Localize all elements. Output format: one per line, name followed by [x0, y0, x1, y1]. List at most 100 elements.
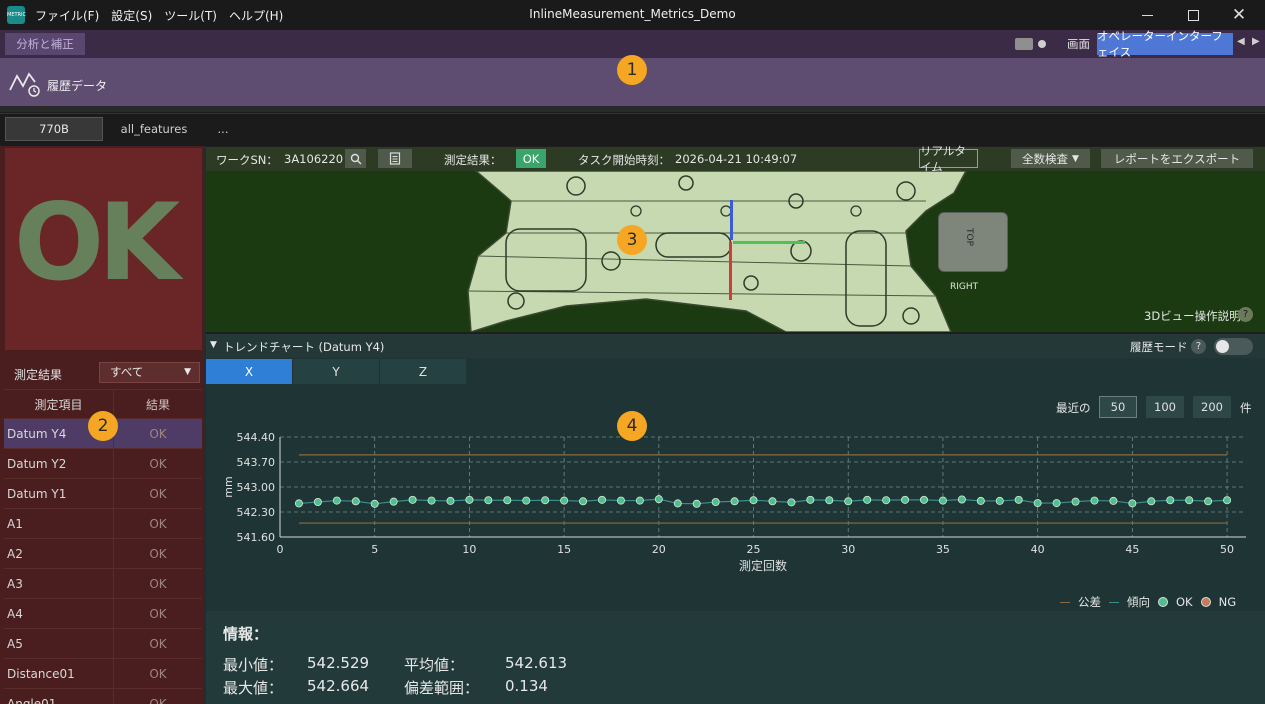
data-point — [560, 496, 569, 505]
col-header-result: 結果 — [145, 397, 170, 412]
minimize-button[interactable] — [1124, 0, 1170, 30]
table-row[interactable]: Datum Y1 OK — [4, 479, 202, 509]
menu-help[interactable]: ヘルプ(H) — [227, 5, 285, 26]
data-point — [825, 496, 834, 505]
data-point — [1014, 495, 1023, 504]
max-label: 最大値： — [223, 679, 284, 697]
collapse-triangle-icon[interactable]: ▼ — [210, 340, 217, 350]
x-tick-label: 35 — [936, 543, 950, 556]
annotation-badge-3: 3 — [617, 225, 647, 255]
table-row[interactable]: A3 OK — [4, 569, 202, 599]
row-result: OK — [149, 606, 167, 621]
row-item-name: A5 — [4, 629, 114, 658]
data-point — [976, 496, 985, 505]
x-tick-label: 5 — [371, 543, 378, 556]
data-point — [465, 495, 474, 504]
tab-screen[interactable]: 画面 — [1062, 36, 1090, 52]
table-row[interactable]: A4 OK — [4, 599, 202, 629]
tab-scroll-right-icon[interactable]: ▶ — [1252, 36, 1260, 47]
row-item-name: Distance01 — [4, 659, 114, 688]
doc-tab-all-features[interactable]: all_features — [108, 117, 200, 141]
range-label: 偏差範囲： — [404, 679, 480, 697]
data-point — [844, 497, 853, 506]
filter-label: 測定結果 — [14, 368, 63, 382]
menu-settings[interactable]: 設定(S) — [109, 5, 154, 26]
axis-z-icon — [730, 200, 733, 240]
tab-operator-interface[interactable]: オペレーターインターフェイス — [1097, 29, 1233, 59]
data-point — [522, 496, 531, 505]
realtime-button[interactable]: リアルタイム — [919, 144, 978, 174]
tab-axis-y[interactable]: Y — [293, 359, 379, 384]
chevron-down-icon: ▼ — [184, 367, 191, 377]
inspection-mode-select[interactable]: 全数検査 ▼ — [1011, 149, 1090, 168]
result-filter-select[interactable]: すべて ▼ — [99, 362, 200, 383]
menu-file[interactable]: ファイル(F) — [33, 5, 101, 26]
data-point — [920, 495, 929, 504]
result-label: 測定結果： — [444, 153, 502, 167]
data-point — [938, 496, 947, 505]
chart-legend: 公差 傾向 OK NG — [1060, 594, 1236, 610]
data-point — [616, 496, 625, 505]
table-row[interactable]: A2 OK — [4, 539, 202, 569]
chevron-down-icon: ▼ — [1072, 153, 1079, 164]
camera-icon[interactable] — [1015, 38, 1033, 50]
help-icon[interactable]: ? — [1191, 339, 1206, 354]
y-tick-label: 544.40 — [237, 431, 276, 444]
3d-viewport[interactable] — [206, 171, 1265, 332]
tab-axis-z[interactable]: Z — [380, 359, 466, 384]
data-point — [957, 495, 966, 504]
document-button[interactable] — [378, 149, 412, 168]
doc-tab-770b[interactable]: 770B — [5, 117, 103, 141]
close-button[interactable]: ✕ — [1216, 0, 1262, 30]
table-row[interactable]: Datum Y2 OK — [4, 449, 202, 479]
min-value: 542.529 — [307, 654, 370, 672]
tab-scroll-left-icon[interactable]: ◀ — [1237, 36, 1245, 47]
x-tick-label: 25 — [747, 543, 761, 556]
export-report-button[interactable]: レポートをエクスポート — [1101, 149, 1253, 168]
avg-value: 542.613 — [505, 654, 568, 672]
trend-title: トレンドチャート (Datum Y4) — [223, 340, 385, 354]
max-value: 542.664 — [307, 677, 370, 695]
trend-chart: 541.60 542.30 543.00 543.70 544.40 0 5 10 15 20 25… — [222, 431, 1246, 573]
legend-ok: OK — [1176, 595, 1193, 609]
view-cube-top-label: TOP — [964, 227, 975, 247]
data-point — [882, 496, 891, 505]
row-result: OK — [149, 696, 167, 704]
x-tick-label: 50 — [1220, 543, 1234, 556]
row-result: OK — [149, 666, 167, 681]
app-logo-icon: METRIC — [7, 6, 26, 24]
history-chart-icon[interactable] — [8, 68, 42, 98]
tab-analysis[interactable]: 分析と補正 — [5, 33, 85, 55]
table-row[interactable]: A5 OK — [4, 629, 202, 659]
menu-tools[interactable]: ツール(T) — [162, 5, 219, 26]
data-point — [1090, 496, 1099, 505]
legend-tolerance: 公差 — [1078, 595, 1101, 609]
row-item-name: A3 — [4, 569, 114, 598]
history-mode-toggle[interactable] — [1214, 338, 1253, 355]
data-point — [1052, 499, 1061, 508]
maximize-button[interactable] — [1170, 0, 1216, 30]
table-row[interactable]: Angle01 OK — [4, 689, 202, 704]
data-point — [370, 499, 379, 508]
doc-tab-more[interactable]: ... — [205, 117, 241, 141]
x-axis-label: 測定回数 — [739, 558, 787, 573]
data-point — [446, 496, 455, 505]
data-point — [1185, 496, 1194, 505]
data-point — [730, 497, 739, 506]
x-tick-label: 0 — [277, 543, 284, 556]
table-row[interactable]: Distance01 OK — [4, 659, 202, 689]
table-row[interactable]: A1 OK — [4, 509, 202, 539]
help-icon[interactable]: ? — [1238, 307, 1253, 322]
data-point — [768, 497, 777, 506]
search-button[interactable] — [345, 149, 366, 168]
y-axis-label: mm — [222, 476, 235, 497]
x-tick-label: 45 — [1125, 543, 1139, 556]
data-point — [863, 495, 872, 504]
history-data-button[interactable]: 履歴データ — [47, 77, 107, 94]
data-point — [787, 498, 796, 507]
data-point — [484, 496, 493, 505]
tab-axis-x[interactable]: X — [206, 359, 292, 384]
row-result: OK — [149, 546, 167, 561]
x-tick-label: 20 — [652, 543, 666, 556]
row-result: OK — [149, 576, 167, 591]
